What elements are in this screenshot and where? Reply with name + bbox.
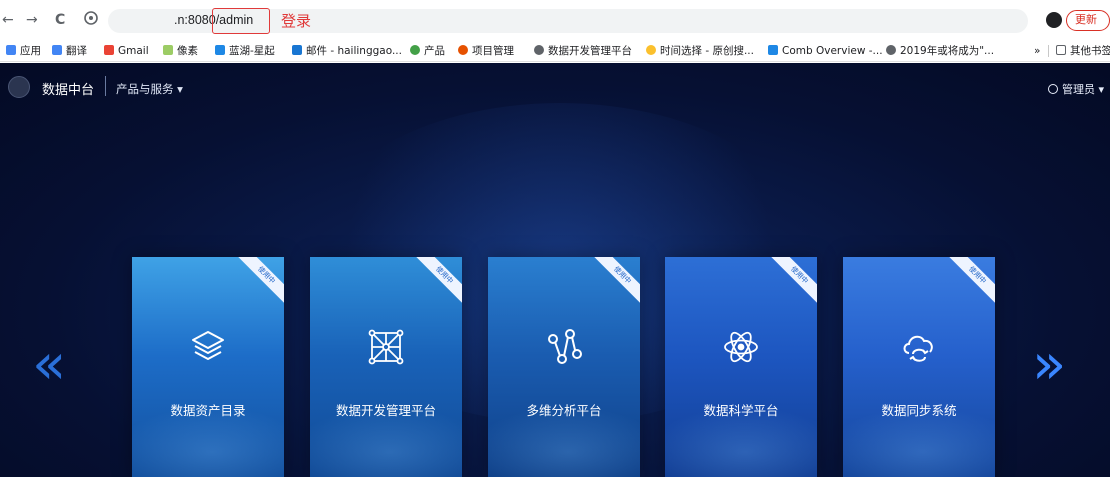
status-ribbon: 使用中: [411, 257, 462, 309]
user-icon: [1048, 84, 1058, 94]
rocket-icon: [646, 45, 656, 55]
app-topbar: 数据中台 产品与服务 ▾ 管理员 ▾: [0, 63, 1110, 109]
back-button[interactable]: ←: [2, 11, 14, 29]
brand-title[interactable]: 数据中台: [42, 79, 94, 98]
browser-toolbar: ← → C .n:8080/admin 登录 更新: [0, 0, 1110, 40]
globe-icon: [410, 45, 420, 55]
bookmarks-bar: 应用 翻译 Gmail 像素 蓝湖-星起 邮件 - hailinggao... …: [0, 40, 1110, 62]
node-graph-icon: [548, 329, 582, 364]
globe-icon: [886, 45, 896, 55]
bookmark-mail[interactable]: 邮件 - hailinggao...: [292, 44, 402, 58]
login-annotation: 登录: [281, 12, 312, 30]
bookmark-pixel[interactable]: 像素: [163, 44, 198, 58]
leaf-icon: [163, 45, 173, 55]
product-card-data-sync-system[interactable]: 使用中 数据同步系统: [843, 257, 995, 477]
mail-icon: [292, 45, 302, 55]
bookmark-separator: [1048, 45, 1049, 57]
card-title: 数据科学平台: [703, 403, 779, 418]
card-title: 数据开发管理平台: [335, 403, 436, 418]
layers-icon: [192, 331, 224, 360]
site-info-icon[interactable]: [84, 11, 98, 30]
status-ribbon: 使用中: [766, 257, 817, 309]
carousel-next-button[interactable]: »: [1032, 337, 1066, 393]
reload-button[interactable]: C: [55, 11, 65, 29]
status-ribbon: 使用中: [233, 257, 284, 309]
bookmark-translate[interactable]: 翻译: [52, 44, 87, 58]
comb-icon: [768, 45, 778, 55]
card-title: 数据资产目录: [170, 403, 246, 418]
more-bookmarks-chevron[interactable]: »: [1034, 44, 1040, 58]
topbar-divider: [105, 76, 106, 96]
bookmark-gmail[interactable]: Gmail: [104, 44, 149, 58]
bookmark-product[interactable]: 产品: [410, 44, 445, 58]
bookmark-2019[interactable]: 2019年或将成为"...: [886, 44, 994, 58]
translate-icon: [52, 45, 62, 55]
carousel-prev-button[interactable]: «: [32, 337, 66, 393]
globe-icon: [534, 45, 544, 55]
gmail-icon: [104, 45, 114, 55]
project-icon: [458, 45, 468, 55]
bookmark-project[interactable]: 项目管理: [458, 44, 514, 58]
folder-icon: [1056, 45, 1066, 55]
product-card-data-science-platform[interactable]: 使用中 数据科学平台: [665, 257, 817, 477]
cloud-sync-icon: [903, 335, 933, 362]
product-card-data-asset-catalog[interactable]: 使用中 数据资产目录: [132, 257, 284, 477]
bookmark-data-dev[interactable]: 数据开发管理平台: [534, 44, 632, 58]
card-title: 多维分析平台: [526, 403, 602, 418]
product-card-olap-platform[interactable]: 使用中 多维分析平台: [488, 257, 640, 477]
network-grid-icon: [368, 329, 404, 365]
user-menu[interactable]: 管理员 ▾: [1048, 81, 1104, 97]
forward-button[interactable]: →: [26, 11, 38, 29]
lanhu-icon: [215, 45, 225, 55]
update-button[interactable]: 更新: [1066, 10, 1110, 31]
product-card-data-dev-platform[interactable]: 使用中 数据开发管理平台: [310, 257, 462, 477]
card-title: 数据同步系统: [881, 403, 957, 418]
other-bookmarks[interactable]: 其他书签: [1056, 44, 1110, 58]
products-menu[interactable]: 产品与服务 ▾: [116, 81, 183, 97]
status-ribbon: 使用中: [589, 257, 640, 309]
bookmark-apps[interactable]: 应用: [6, 44, 41, 58]
bookmark-comb[interactable]: Comb Overview -...: [768, 44, 883, 58]
apps-grid-icon: [6, 45, 16, 55]
app-logo-icon: [8, 76, 30, 98]
bookmark-lanhu[interactable]: 蓝湖-星起: [215, 44, 275, 58]
url-highlight-box: [212, 8, 270, 34]
atom-icon: [724, 331, 758, 363]
bookmark-time-picker[interactable]: 时间选择 - 原创搜...: [646, 44, 754, 58]
profile-icon[interactable]: [1046, 12, 1062, 28]
status-ribbon: 使用中: [944, 257, 995, 309]
